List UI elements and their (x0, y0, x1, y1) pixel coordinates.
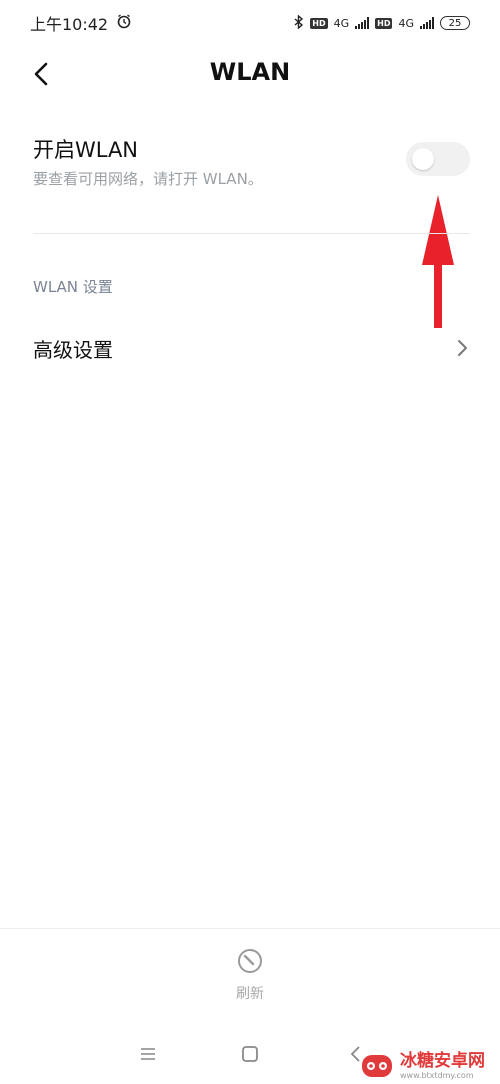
alarm-icon (116, 13, 132, 33)
wlan-toggle-switch[interactable] (406, 142, 470, 176)
network-type-1: 4G (333, 16, 350, 30)
status-bar: 上午10:42 HD 4G HD 4G 25 (0, 0, 500, 46)
bottom-action-bar: 刷新 (0, 928, 500, 1025)
watermark-text: 冰糖安卓网 www.btxtdmy.com (400, 1050, 485, 1080)
watermark-name: 冰糖安卓网 (400, 1050, 485, 1071)
network-type-2: 4G (398, 16, 414, 30)
watermark-url: www.btxtdmy.com (400, 1070, 474, 1080)
watermark: 冰糖安卓网 www.btxtdmy.com (360, 1048, 500, 1084)
wlan-toggle-row: 开启WLAN 要查看可用网络，请打开 WLAN。 (33, 134, 470, 194)
battery-icon: 25 (440, 16, 470, 30)
hd-badge-2: HD (375, 17, 393, 29)
menu-nav-button[interactable] (136, 1042, 160, 1066)
watermark-logo-icon (362, 1055, 392, 1077)
status-time: 上午10:42 (30, 15, 109, 34)
refresh-button[interactable]: 刷新 (220, 947, 280, 1007)
section-title-wlan-settings: WLAN 设置 (33, 278, 113, 296)
home-nav-button[interactable] (238, 1042, 262, 1066)
hd-badge-1: HD (310, 17, 328, 29)
wlan-toggle-description: 要查看可用网络，请打开 WLAN。 (33, 170, 263, 188)
menu-icon (141, 1048, 155, 1060)
page-title: WLAN (209, 58, 291, 86)
home-icon (242, 1046, 258, 1062)
refresh-label: 刷新 (236, 986, 264, 1002)
annotation-arrow-icon (422, 195, 454, 328)
advanced-settings-row[interactable]: 高级设置 (33, 328, 470, 368)
status-right: HD 4G HD 4G 25 (294, 13, 470, 32)
signal-icon (355, 17, 370, 29)
refresh-icon (238, 949, 262, 973)
header: WLAN (0, 46, 500, 102)
toggle-knob (412, 148, 434, 170)
chevron-right-icon (458, 340, 467, 356)
wlan-toggle-label: 开启WLAN (33, 138, 139, 162)
advanced-settings-label: 高级设置 (33, 337, 113, 362)
signal-icon (420, 17, 434, 29)
divider (33, 233, 470, 234)
status-left: 上午10:42 (30, 11, 132, 35)
bluetooth-icon (294, 13, 304, 32)
